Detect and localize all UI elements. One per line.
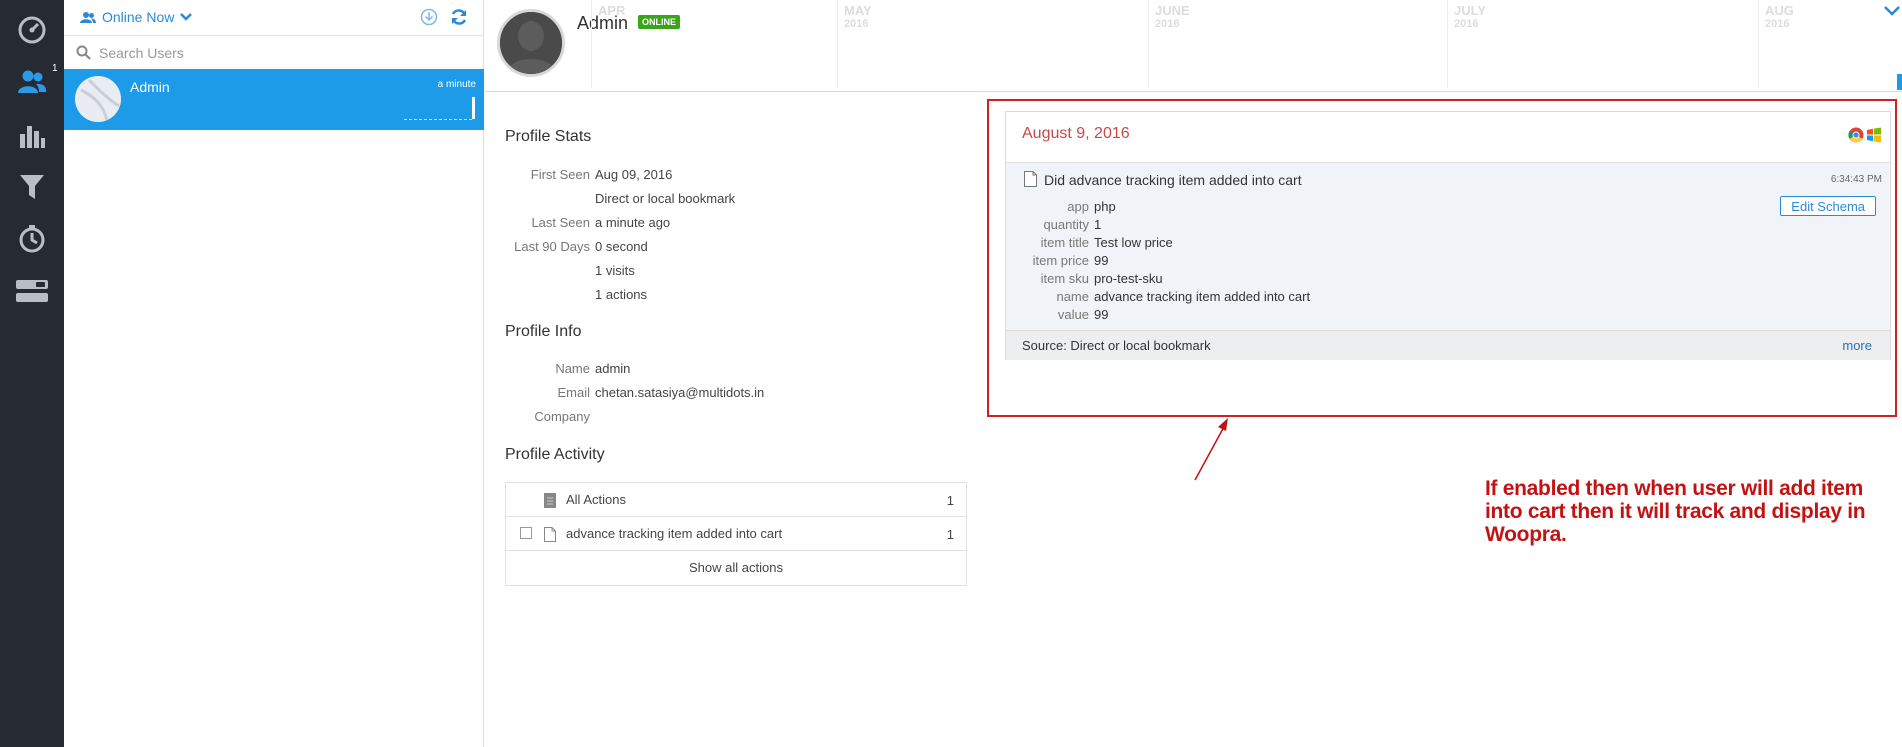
- info-row: Name admin: [555, 361, 631, 376]
- nav-funnels[interactable]: [0, 162, 64, 212]
- bar-chart-icon: [20, 126, 45, 148]
- nav-history[interactable]: [0, 214, 64, 264]
- profile-header: Admin ONLINE APR MAY 2016 JUNE 2016 JULY 20…: [485, 0, 1902, 92]
- event-title: Did advance tracking item added into car…: [1044, 172, 1302, 188]
- timeline-month: MAY 2016: [837, 0, 872, 88]
- annotation-line: If enabled then when user will add item: [1485, 477, 1864, 500]
- search-bar: [64, 36, 483, 70]
- refresh-icon[interactable]: [450, 8, 468, 26]
- timeline-month: JULY 2016: [1447, 0, 1486, 88]
- stat-row: 1 actions: [595, 287, 648, 302]
- event-card: August 9, 2016 Did advance tracking item…: [1005, 111, 1891, 360]
- activity-timeline[interactable]: APR MAY 2016 JUNE 2016 JULY 2016 AUG 2016: [591, 0, 1902, 92]
- event-property: quantity 1: [1043, 217, 1102, 232]
- activity-all-actions[interactable]: All Actions 1: [506, 483, 966, 517]
- user-last-seen: a minute: [437, 79, 476, 90]
- windows-icon: [1867, 127, 1881, 143]
- timeline-month: AUG 2016: [1758, 0, 1794, 88]
- info-row: Email chetan.satasiya@multidots.in: [557, 385, 765, 400]
- nav-rail: 1: [0, 0, 64, 747]
- chrome-icon: [1848, 127, 1864, 143]
- timeline-month: JUNE 2016: [1148, 0, 1190, 88]
- activity-checkbox[interactable]: [520, 527, 532, 539]
- chevron-down-icon[interactable]: [1884, 6, 1900, 16]
- activity-item[interactable]: advance tracking item added into cart 1: [506, 517, 966, 551]
- activity-count: 1: [946, 527, 954, 542]
- stat-row: Last Seen a minute ago: [531, 215, 671, 230]
- show-all-actions-link[interactable]: Show all actions: [506, 551, 966, 585]
- more-link[interactable]: more: [1842, 338, 1872, 353]
- profile-activity-title: Profile Activity: [505, 446, 605, 463]
- stat-row: 1 visits: [595, 263, 635, 278]
- avatar: [75, 76, 121, 122]
- event-property: name advance tracking item added into car…: [1056, 289, 1311, 304]
- event-property: app php: [1067, 199, 1116, 214]
- timeline-month: APR: [591, 0, 625, 88]
- users-badge: 1: [52, 63, 58, 74]
- stat-row: First Seen Aug 09, 2016: [530, 167, 673, 182]
- event-details: Did advance tracking item added into car…: [1006, 162, 1890, 330]
- profile-stats-title: Profile Stats: [505, 128, 592, 145]
- chevron-down-icon: [180, 13, 193, 21]
- activity-list: All Actions 1 advance tracking item adde…: [505, 482, 967, 586]
- user-list-toolbar: Online Now: [64, 0, 483, 36]
- online-filter-dropdown[interactable]: Online Now: [80, 9, 193, 25]
- event-property: value 99: [1057, 307, 1109, 322]
- document-icon: [544, 493, 556, 508]
- document-icon: [544, 527, 556, 542]
- nav-settings[interactable]: [0, 266, 64, 316]
- event-property: item title Test low price: [1040, 235, 1173, 250]
- funnel-icon: [20, 175, 44, 199]
- event-source: Source: Direct or local bookmark: [1022, 338, 1211, 353]
- nav-reports[interactable]: [0, 110, 64, 160]
- profile-info-title: Profile Info: [505, 323, 582, 340]
- event-time: 6:34:43 PM: [1830, 174, 1882, 185]
- stat-row: Direct or local bookmark: [595, 191, 736, 206]
- profile-main: Admin ONLINE APR MAY 2016 JUNE 2016 JULY 20…: [485, 0, 1902, 747]
- nav-dashboard[interactable]: [0, 5, 64, 55]
- document-icon: [1024, 171, 1037, 187]
- info-row: Company: [534, 409, 590, 424]
- edit-schema-button[interactable]: Edit Schema: [1780, 196, 1876, 216]
- users-small-icon: [80, 11, 96, 23]
- users-icon: [18, 70, 47, 93]
- activity-sparkline-baseline: [404, 119, 472, 120]
- browser-icons: [1848, 127, 1882, 143]
- stat-row: Last 90 Days 0 second: [514, 239, 648, 254]
- event-source-bar: Source: Direct or local bookmark more: [1006, 330, 1890, 360]
- activity-sparkline-bar: [472, 97, 475, 119]
- history-clock-icon: [19, 225, 45, 253]
- user-silhouette-icon: [500, 12, 562, 74]
- user-list-panel: Online Now Search Users Admin a minute: [64, 0, 484, 747]
- search-users-input[interactable]: [99, 44, 479, 61]
- activity-count: 1: [946, 493, 954, 508]
- event-property: item sku pro-test-sku: [1040, 271, 1163, 286]
- user-list-item[interactable]: Admin a minute: [64, 69, 484, 130]
- annotation-line: into cart then it will track and display…: [1485, 500, 1866, 523]
- dashboard-gauge-icon: [18, 16, 46, 44]
- toggles-icon: [16, 280, 48, 302]
- profile-avatar: [497, 9, 565, 77]
- annotation-line: Woopra.: [1485, 523, 1567, 546]
- timeline-activity-marker: [1897, 74, 1902, 90]
- default-avatar-icon: [75, 76, 121, 122]
- search-icon: [76, 45, 91, 60]
- user-name: Admin: [130, 79, 170, 95]
- event-property: item price 99: [1032, 253, 1109, 268]
- activity-label: advance tracking item added into cart: [566, 526, 783, 541]
- activity-label: All Actions: [566, 492, 626, 507]
- download-icon[interactable]: [420, 8, 438, 26]
- annotation-callout: If enabled then when user will add item …: [1485, 477, 1902, 546]
- filter-label: Online Now: [102, 9, 175, 25]
- event-date: August 9, 2016: [1022, 125, 1130, 142]
